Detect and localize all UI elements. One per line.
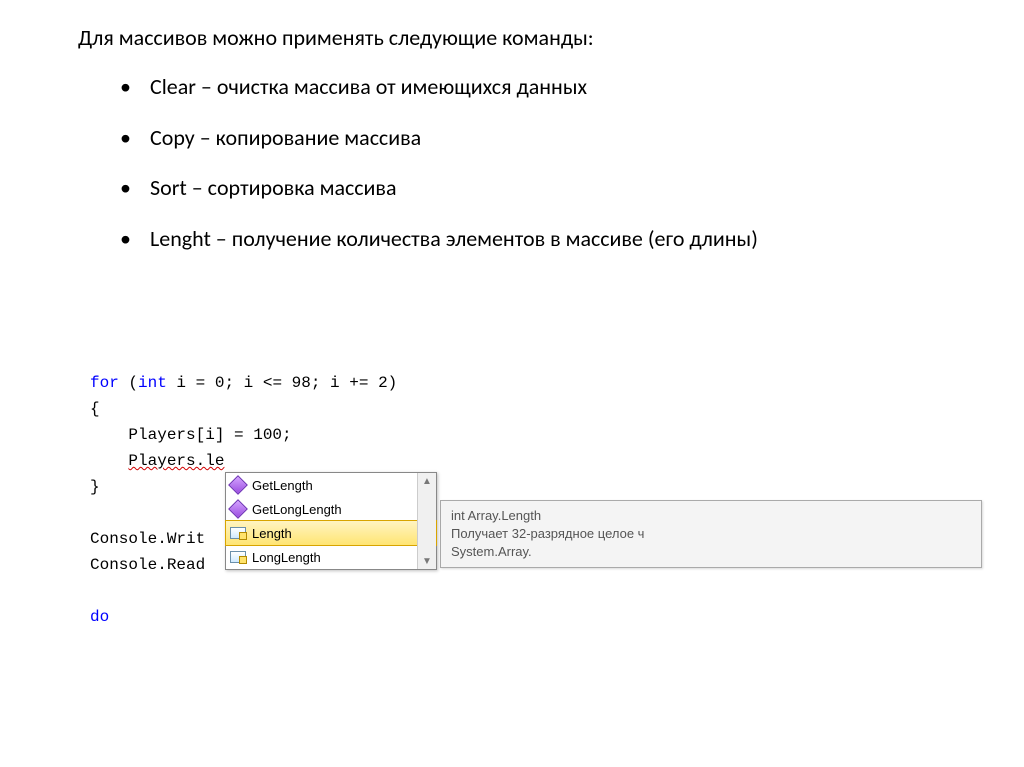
tooltip-line: int Array.Length — [451, 507, 971, 525]
code-line: Players[i] = 100; — [90, 426, 292, 444]
keyword-int: int — [138, 374, 167, 392]
slide-root: Для массивов можно применять следующие к… — [0, 0, 1024, 767]
intellisense-popup[interactable]: GetLength GetLongLength Length LongLengt… — [225, 472, 437, 570]
code-indent — [90, 452, 128, 470]
intellisense-item[interactable]: LongLength — [226, 545, 436, 569]
scroll-up-icon[interactable]: ▲ — [418, 473, 436, 489]
code-text: i = 0; i <= 98; i += 2) — [167, 374, 397, 392]
scrollbar[interactable]: ▲ ▼ — [417, 473, 436, 569]
keyword-for: for — [90, 374, 119, 392]
bullet-item: Clear – очистка массива от имеющихся дан… — [150, 73, 1024, 102]
code-line: Console.Writ — [90, 530, 205, 548]
method-icon — [230, 501, 246, 517]
code-line: Console.Read — [90, 556, 205, 574]
intellisense-item-label: Length — [252, 526, 292, 541]
intellisense-item-label: GetLength — [252, 478, 313, 493]
code-error-text: Players.le — [128, 452, 224, 470]
keyword-do: do — [90, 608, 109, 626]
intellisense-tooltip: int Array.Length Получает 32-разрядное ц… — [440, 500, 982, 568]
brace-open: { — [90, 400, 100, 418]
property-icon — [230, 525, 246, 541]
tooltip-line: Получает 32-разрядное целое ч — [451, 525, 971, 543]
intellisense-item[interactable]: GetLongLength — [226, 497, 436, 521]
intellisense-item[interactable]: GetLength — [226, 473, 436, 497]
scroll-down-icon[interactable]: ▼ — [418, 553, 436, 569]
method-icon — [230, 477, 246, 493]
intellisense-item-selected[interactable]: Length — [225, 520, 437, 546]
bullet-item: Lenght – получение количества элементов … — [150, 225, 1024, 254]
bullet-item: Sort – сортировка массива — [150, 174, 1024, 203]
brace-close: } — [90, 478, 100, 496]
property-icon — [230, 549, 246, 565]
heading: Для массивов можно применять следующие к… — [78, 24, 1024, 51]
bullet-item: Copy – копирование массива — [150, 124, 1024, 153]
intellisense-item-label: LongLength — [252, 550, 321, 565]
bullet-list: Clear – очистка массива от имеющихся дан… — [0, 73, 1024, 253]
tooltip-line: System.Array. — [451, 543, 971, 561]
intellisense-item-label: GetLongLength — [252, 502, 342, 517]
